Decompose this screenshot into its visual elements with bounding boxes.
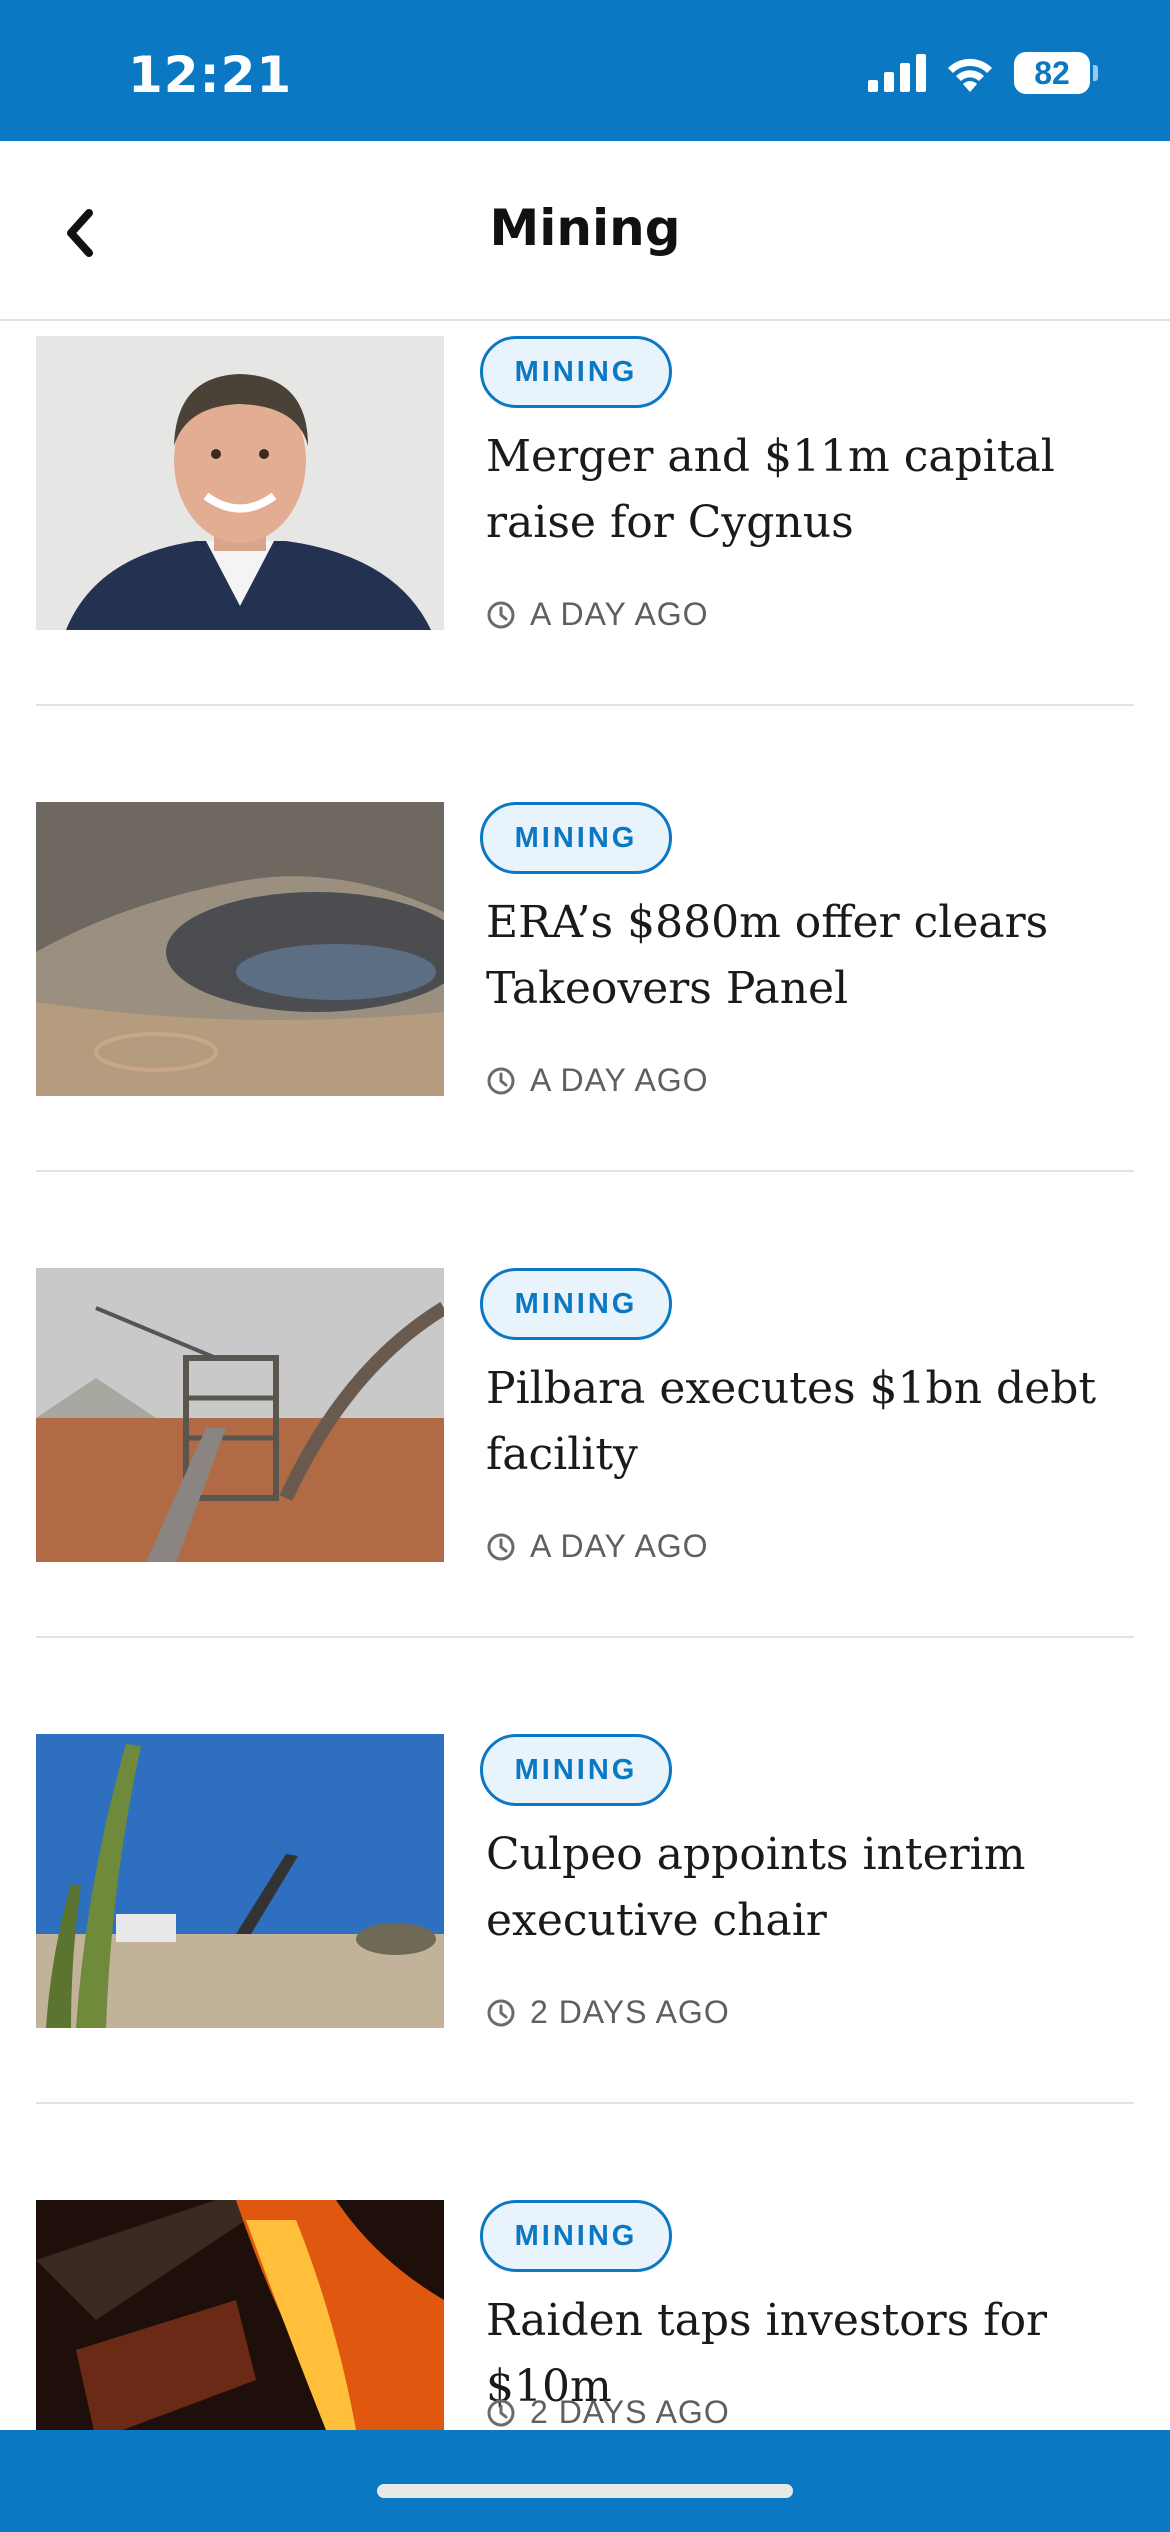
status-time: 12:21 (128, 46, 293, 104)
article-title[interactable]: ERA’s $880m offer clears Takeovers Panel (486, 890, 1126, 1022)
article-list[interactable]: MINING Merger and $11m capital raise for… (0, 320, 1170, 2430)
article-thumbnail (36, 802, 444, 1096)
clock-icon (487, 2399, 515, 2426)
article-item[interactable]: MINING Merger and $11m capital raise for… (36, 320, 1134, 706)
clock-icon (487, 1999, 515, 2026)
home-indicator[interactable] (377, 2484, 793, 2498)
article-meta: 2 DAYS AGO (486, 1994, 730, 2031)
page-title: Mining (489, 199, 681, 257)
article-meta: A DAY AGO (486, 1062, 709, 1099)
article-item[interactable]: MINING Raiden taps investors for $10m 2 … (36, 2104, 1134, 2430)
article-meta: A DAY AGO (486, 1528, 709, 1565)
bottom-bar (0, 2430, 1170, 2532)
article-thumbnail (36, 1268, 444, 1562)
status-icons: 82 (868, 52, 1098, 94)
category-badge[interactable]: MINING (480, 336, 672, 408)
article-time: A DAY AGO (530, 596, 709, 632)
clock-icon (487, 601, 515, 628)
article-item[interactable]: MINING Pilbara executes $1bn debt facili… (36, 1172, 1134, 1638)
article-title[interactable]: Culpeo appoints interim executive chair (486, 1822, 1126, 1954)
status-bar: 12:21 82 (0, 0, 1170, 141)
clock-icon (487, 1533, 515, 1560)
article-thumbnail (36, 2200, 444, 2430)
category-badge[interactable]: MINING (480, 2200, 672, 2272)
article-time: A DAY AGO (530, 1528, 709, 1564)
article-meta: 2 DAYS AGO (486, 2394, 730, 2430)
app-header: Mining (0, 141, 1170, 321)
article-thumbnail (36, 1734, 444, 2028)
category-badge[interactable]: MINING (480, 1268, 672, 1340)
battery-icon: 82 (1014, 52, 1098, 94)
signal-icon (868, 54, 926, 92)
article-time: 2 DAYS AGO (530, 2394, 730, 2430)
article-thumbnail (36, 336, 444, 630)
article-time: A DAY AGO (530, 1062, 709, 1098)
article-item[interactable]: MINING ERA’s $880m offer clears Takeover… (36, 706, 1134, 1172)
article-time: 2 DAYS AGO (530, 1994, 730, 2030)
wifi-icon (948, 58, 992, 92)
category-badge[interactable]: MINING (480, 802, 672, 874)
article-title[interactable]: Pilbara executes $1bn debt facility (486, 1356, 1126, 1488)
category-badge[interactable]: MINING (480, 1734, 672, 1806)
battery-level: 82 (1034, 54, 1070, 91)
article-title[interactable]: Merger and $11m capital raise for Cygnus (486, 424, 1126, 556)
article-meta: A DAY AGO (486, 596, 709, 633)
article-item[interactable]: MINING Culpeo appoints interim executive… (36, 1638, 1134, 2104)
clock-icon (487, 1067, 515, 1094)
